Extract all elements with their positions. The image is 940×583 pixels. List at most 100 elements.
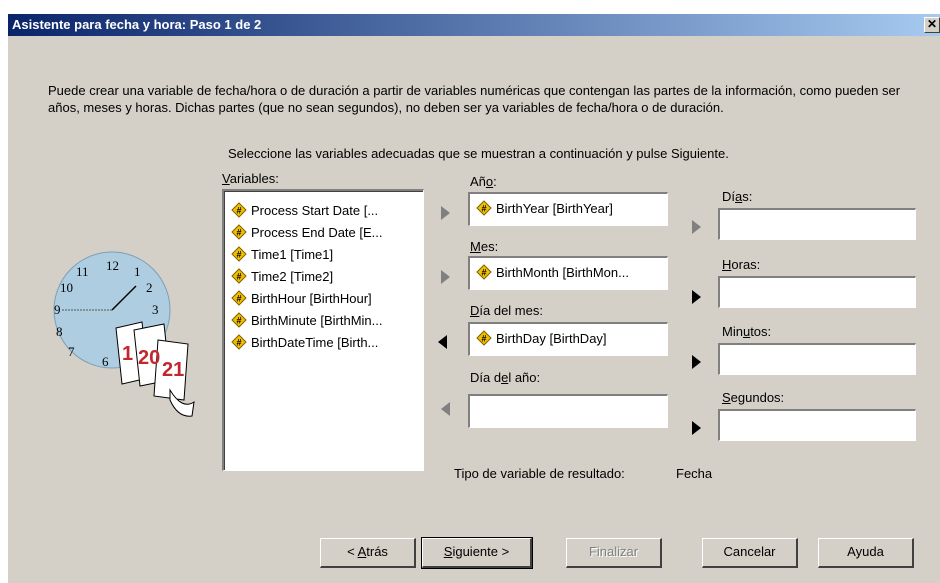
list-item[interactable]: # Process End Date [E... xyxy=(231,222,383,244)
calendar-number: 1 xyxy=(122,343,133,365)
segundos-label: Segundos: xyxy=(722,390,784,405)
numeric-variable-icon: # xyxy=(231,334,247,350)
dias-field[interactable] xyxy=(718,208,916,240)
clock-number: 10 xyxy=(60,280,73,295)
dia-mes-label-key: D xyxy=(470,303,480,318)
instruction-text: Seleccione las variables adecuadas que s… xyxy=(228,146,729,161)
mes-value-text: BirthMonth [BirthMon... xyxy=(496,265,629,280)
segundos-move-arrow[interactable] xyxy=(692,421,701,435)
dias-label-text: Dí xyxy=(722,189,735,204)
result-type-label: Tipo de variable de resultado: xyxy=(454,466,625,481)
close-button[interactable]: ✕ xyxy=(924,17,940,33)
list-item-label: BirthMinute [BirthMin... xyxy=(251,313,383,328)
window-title: Asistente para fecha y hora: Paso 1 de 2 xyxy=(12,17,262,32)
dia-anio-field[interactable] xyxy=(468,394,668,428)
next-button[interactable]: Siguiente > xyxy=(421,537,533,569)
mes-field[interactable]: # BirthMonth [BirthMon... xyxy=(468,256,668,290)
svg-text:#: # xyxy=(481,268,486,278)
mes-label: Mes: xyxy=(470,239,498,254)
dias-label-text: s: xyxy=(742,189,753,204)
variables-label-text: ariables: xyxy=(229,171,279,186)
anio-move-arrow[interactable] xyxy=(441,206,450,220)
minutos-move-arrow[interactable] xyxy=(692,355,701,369)
horas-label: Horas: xyxy=(722,257,760,272)
title-bar[interactable]: Asistente para fecha y hora: Paso 1 de 2… xyxy=(8,14,940,36)
numeric-variable-icon: # xyxy=(231,290,247,306)
svg-text:#: # xyxy=(236,294,241,304)
svg-text:#: # xyxy=(236,250,241,260)
numeric-variable-icon: # xyxy=(231,202,247,218)
mes-label-key: M xyxy=(470,239,481,254)
anio-field-value: # BirthYear [BirthYear] xyxy=(476,198,613,220)
numeric-variable-icon: # xyxy=(476,264,492,280)
cancel-button-label: Cancelar xyxy=(723,544,776,559)
dia-anio-label-text: l año: xyxy=(508,370,541,385)
segundos-label-text: egundos: xyxy=(730,390,785,405)
list-item[interactable]: # Time1 [Time1] xyxy=(231,244,333,266)
svg-text:#: # xyxy=(236,272,241,282)
minutos-label-text: tos: xyxy=(750,324,772,339)
clock-number: 7 xyxy=(68,344,75,359)
date-time-wizard-dialog: Asistente para fecha y hora: Paso 1 de 2… xyxy=(8,14,940,583)
clock-number: 11 xyxy=(76,264,89,279)
clock-number: 6 xyxy=(102,354,109,369)
dia-mes-move-back-arrow[interactable] xyxy=(438,335,447,349)
svg-text:#: # xyxy=(481,334,486,344)
next-button-label: iguiente > xyxy=(452,544,510,559)
back-button[interactable]: < Atrás xyxy=(320,538,416,568)
anio-value-text: BirthYear [BirthYear] xyxy=(496,201,613,216)
back-button-label: < xyxy=(347,544,358,559)
finish-button-label: Finalizar xyxy=(588,544,639,559)
numeric-variable-icon: # xyxy=(476,330,492,346)
variables-list[interactable]: # Process Start Date [... # Process End Da… xyxy=(222,189,424,471)
horas-move-arrow[interactable] xyxy=(692,290,701,304)
list-item[interactable]: # Process Start Date [... xyxy=(231,200,378,222)
dia-mes-field-value: # BirthDay [BirthDay] xyxy=(476,328,607,350)
list-item[interactable]: # BirthHour [BirthHour] xyxy=(231,288,372,310)
finish-button[interactable]: Finalizar xyxy=(566,538,662,568)
numeric-variable-icon: # xyxy=(231,312,247,328)
list-item-label: Process Start Date [... xyxy=(251,203,379,218)
dia-anio-move-arrow[interactable] xyxy=(441,402,450,416)
numeric-variable-icon: # xyxy=(231,246,247,262)
back-button-label: trás xyxy=(366,544,388,559)
anio-field[interactable]: # BirthYear [BirthYear] xyxy=(468,192,668,226)
list-item-label: Time1 [Time1] xyxy=(251,247,334,262)
list-item[interactable]: # BirthDateTime [Birth... xyxy=(231,332,378,354)
dia-mes-label: Día del mes: xyxy=(470,303,543,318)
help-button-label: Ayuda xyxy=(847,544,884,559)
minutos-label-text: Min xyxy=(722,324,743,339)
mes-label-text: es: xyxy=(480,239,499,254)
result-type-value: Fecha xyxy=(676,466,713,481)
list-item-label: BirthDateTime [Birth... xyxy=(251,335,379,350)
list-item[interactable]: # Time2 [Time2] xyxy=(231,266,333,288)
list-item-label: Process End Date [E... xyxy=(251,225,383,240)
anio-label-text: : xyxy=(493,174,497,189)
mes-move-arrow[interactable] xyxy=(441,270,450,284)
svg-text:#: # xyxy=(236,316,241,326)
list-item[interactable]: # BirthMinute [BirthMin... xyxy=(231,310,383,332)
dia-mes-field[interactable]: # BirthDay [BirthDay] xyxy=(468,322,668,356)
horas-label-key: H xyxy=(722,257,732,272)
intro-text: Puede crear una variable de fecha/hora o… xyxy=(48,83,901,115)
clock-number: 2 xyxy=(146,280,153,295)
help-button[interactable]: Ayuda xyxy=(818,538,914,568)
minutos-label: Minutos: xyxy=(722,324,771,339)
dia-anio-label: Día del año: xyxy=(470,370,540,385)
horas-field[interactable] xyxy=(718,276,916,308)
list-item-label: BirthHour [BirthHour] xyxy=(251,291,372,306)
minutos-field[interactable] xyxy=(718,343,916,375)
mes-field-value: # BirthMonth [BirthMon... xyxy=(476,262,629,284)
anio-label: Año: xyxy=(470,174,497,189)
variables-list-inner: # Process Start Date [... # Process End Da… xyxy=(224,191,423,470)
svg-text:#: # xyxy=(481,204,486,214)
dias-move-arrow[interactable] xyxy=(692,220,701,234)
cancel-button[interactable]: Cancelar xyxy=(702,538,798,568)
back-button-key: A xyxy=(357,544,367,559)
calendar-number: 21 xyxy=(162,359,184,381)
clock-number: 8 xyxy=(56,324,63,339)
numeric-variable-icon: # xyxy=(231,224,247,240)
clock-number: 12 xyxy=(106,258,119,273)
clock-number: 3 xyxy=(152,302,159,317)
segundos-field[interactable] xyxy=(718,409,916,441)
